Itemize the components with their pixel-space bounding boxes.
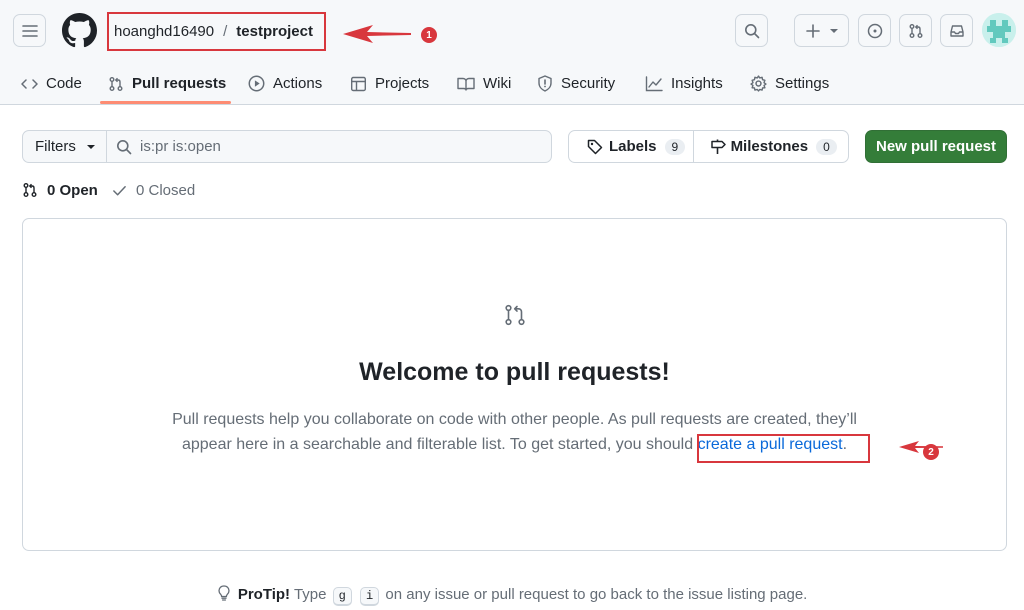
protip-text-before: Type (293, 586, 327, 603)
inbox-button[interactable] (940, 14, 973, 47)
tab-label: Actions (273, 75, 323, 92)
filters-label: Filters (35, 138, 76, 155)
labels-label: Labels (609, 138, 657, 155)
milestones-count-badge: 0 (816, 138, 837, 155)
identicon-icon (982, 13, 1016, 47)
breadcrumb-separator: / (223, 23, 228, 40)
menu-button[interactable] (13, 14, 46, 47)
github-logo-icon[interactable] (62, 13, 97, 48)
git-pull-request-icon (109, 76, 123, 91)
repo-header: hoanghd16490 / testproject 1 Code Pull r… (0, 0, 1024, 105)
tab-security[interactable]: Security (537, 62, 615, 105)
tab-label: Pull requests (132, 75, 227, 92)
protip-label: ProTip! (237, 586, 291, 603)
kbd-key-g: g (332, 587, 352, 606)
tab-label: Projects (375, 75, 430, 92)
book-icon (457, 77, 475, 91)
blankslate-title: Welcome to pull requests! (359, 358, 670, 386)
table-icon (351, 76, 367, 91)
pr-search-box (106, 130, 552, 163)
repo-breadcrumb: hoanghd16490 / testproject (107, 12, 326, 51)
description-line-1: Pull requests help you collaborate on co… (172, 411, 857, 428)
git-pull-request-icon (909, 23, 922, 38)
user-avatar[interactable] (982, 13, 1016, 47)
tab-pull-requests[interactable]: Pull requests (108, 62, 226, 105)
milestones-button[interactable]: Milestones 0 (694, 131, 848, 162)
tab-code[interactable]: Code (21, 62, 82, 105)
protip-footer: ProTip! Type g i on any issue or pull re… (0, 585, 1024, 606)
light-bulb-icon (217, 585, 230, 601)
tab-label: Code (46, 75, 82, 92)
tab-label: Wiki (483, 75, 512, 92)
kbd-key-i: i (360, 587, 380, 606)
search-icon (117, 139, 132, 154)
hamburger-icon (21, 24, 38, 37)
inbox-icon (949, 24, 964, 37)
labels-milestones-group: Labels 9 Milestones 0 (568, 130, 849, 163)
tab-actions[interactable]: Actions (248, 62, 322, 105)
search-button[interactable] (735, 14, 768, 47)
shield-icon (538, 75, 552, 92)
open-count-label: 0 Open (47, 181, 98, 199)
git-pull-request-icon (505, 304, 525, 326)
tag-icon (587, 139, 603, 154)
active-tab-indicator (100, 101, 231, 104)
description-line-2: appear here in a searchable and filterab… (181, 436, 694, 453)
caret-down-icon (829, 28, 838, 33)
plus-icon (805, 23, 820, 38)
filters-dropdown-button[interactable]: Filters (22, 130, 107, 163)
repo-nav-tabs: Code Pull requests Actions Projects Wiki… (0, 62, 1024, 105)
blankslate-panel: Welcome to pull requests! Pull requests … (22, 218, 1007, 551)
milestone-icon (710, 139, 726, 154)
pull-requests-button[interactable] (899, 14, 932, 47)
issue-opened-icon (867, 23, 882, 38)
pr-search-input[interactable] (140, 138, 520, 155)
caret-down-icon (86, 144, 95, 149)
tab-settings[interactable]: Settings (750, 62, 829, 105)
open-filter-link[interactable]: 0 Open (22, 180, 98, 200)
code-icon (21, 78, 38, 89)
repo-owner-link[interactable]: hoanghd16490 (114, 23, 214, 40)
repo-name-link[interactable]: testproject (236, 23, 313, 40)
tab-insights[interactable]: Insights (645, 62, 723, 105)
closed-count-label: 0 Closed (136, 181, 196, 199)
search-icon (744, 23, 759, 38)
tab-label: Settings (775, 75, 830, 92)
gear-icon (750, 75, 767, 92)
labels-button[interactable]: Labels 9 (569, 131, 694, 162)
git-pull-request-icon (23, 183, 37, 197)
annotation-arrow-icon (343, 25, 411, 43)
issues-button[interactable] (858, 14, 891, 47)
check-icon (113, 185, 126, 195)
play-icon (248, 75, 265, 92)
protip-text-after: on any issue or pull request to go back … (385, 586, 808, 603)
tab-wiki[interactable]: Wiki (457, 62, 511, 105)
tab-projects[interactable]: Projects (350, 62, 429, 105)
milestones-label: Milestones (730, 138, 809, 155)
create-new-button[interactable] (794, 14, 849, 47)
tab-label: Security (561, 75, 616, 92)
annotation-badge-2: 2 (923, 444, 939, 460)
graph-icon (645, 75, 663, 91)
labels-count-badge: 9 (664, 138, 686, 155)
tab-label: Insights (671, 75, 723, 92)
annotation-badge-1: 1 (421, 27, 437, 43)
new-pull-request-button[interactable]: New pull request (865, 130, 1007, 163)
closed-filter-link[interactable]: 0 Closed (112, 180, 195, 200)
annotation-highlight-box (697, 434, 870, 463)
